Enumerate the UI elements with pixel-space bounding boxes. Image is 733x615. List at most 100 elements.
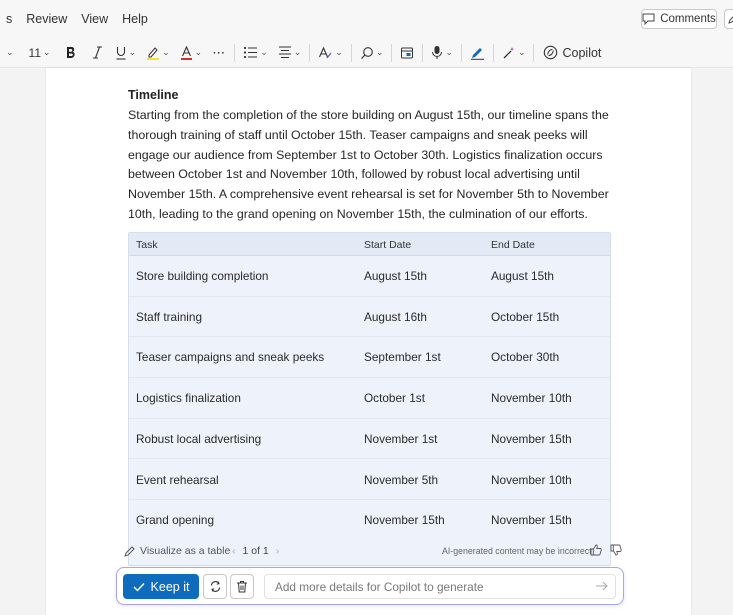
toolbar-divider — [533, 43, 535, 62]
cell-task: Store building completion — [136, 269, 269, 283]
cell-start: November 1st — [364, 431, 438, 446]
cell-task: Event rehearsal — [136, 472, 219, 487]
toolbar-divider — [492, 43, 494, 62]
toolbar-divider — [350, 43, 352, 62]
cell-start: August 15th — [364, 269, 427, 283]
alignment-button[interactable]: ⌄ — [273, 41, 307, 65]
table-row: Robust local advertising November 1st No… — [129, 419, 610, 460]
header-start-date: Start Date — [364, 239, 412, 251]
keep-it-label: Keep it — [150, 579, 190, 594]
comments-button[interactable]: Comments — [641, 9, 717, 29]
copilot-icon — [544, 45, 558, 60]
chevron-down-icon: ⌄ — [6, 47, 14, 57]
table-row: Event rehearsal November 5th November 10… — [129, 460, 610, 501]
bullets-button[interactable]: ⌄ — [238, 41, 273, 65]
section-heading: Timeline — [128, 88, 179, 102]
timeline-table: Task Start Date End Date Store building … — [128, 232, 611, 566]
chevron-down-icon: ⌄ — [194, 47, 203, 57]
cell-end: November 15th — [491, 513, 572, 528]
header-end-date: End Date — [491, 239, 535, 251]
styles-button[interactable]: ⌄ — [313, 41, 348, 65]
microphone-icon — [432, 46, 443, 59]
cell-end: November 10th — [491, 472, 572, 487]
styles-icon — [319, 46, 332, 58]
cell-start: November 15th — [364, 513, 445, 528]
chevron-down-icon: ⌄ — [293, 47, 302, 57]
magic-wand-icon — [503, 46, 514, 58]
more-options-button[interactable]: ⋯ — [207, 41, 231, 65]
chevron-down-icon: ⌄ — [43, 47, 51, 57]
cell-task: Robust local advertising — [136, 431, 262, 446]
body-paragraph: Starting from the completion of the stor… — [128, 108, 609, 221]
editor-button[interactable] — [465, 41, 490, 65]
copilot-result-footer: Visualize as a table ‹ 1 of 1 › AI-gener… — [124, 544, 624, 563]
thumbs-down-icon[interactable] — [610, 544, 622, 556]
cell-end: August 15th — [491, 269, 554, 283]
toolbar-divider — [391, 43, 393, 62]
font-name-dropdown[interactable]: ⌄ — [0, 41, 19, 65]
highlight-button[interactable]: ⌄ — [141, 41, 175, 65]
thumbs-up-icon[interactable] — [590, 544, 602, 556]
reuse-files-button[interactable] — [395, 41, 419, 65]
checkmark-icon — [133, 582, 145, 592]
font-size-dropdown[interactable]: 11 ⌄ — [19, 41, 56, 65]
cell-task: Logistics finalization — [136, 391, 241, 406]
underline-button[interactable]: ⌄ — [110, 41, 142, 65]
regenerate-button[interactable] — [203, 574, 227, 599]
cell-task: Teaser campaigns and sneak peeks — [136, 350, 325, 365]
next-icon[interactable]: › — [276, 545, 280, 557]
chevron-down-icon: ⌄ — [128, 47, 137, 57]
formatting-toolbar: ⌄ 11 ⌄ ⌄ ⌄ ⌄ ⋯ ⌄ ⌄ ⌄ ⌄ ⌄ ⌄ Copilot — [0, 38, 733, 68]
chevron-down-icon: ⌄ — [335, 47, 343, 57]
cell-task: Staff training — [136, 309, 203, 324]
cell-end: November 10th — [491, 391, 572, 406]
keep-it-button[interactable]: Keep it — [123, 574, 199, 599]
designer-button[interactable]: ⌄ — [497, 41, 531, 65]
copilot-button[interactable]: Copilot — [537, 45, 607, 60]
bullet-list-icon — [244, 46, 258, 59]
find-button[interactable]: ⌄ — [355, 41, 389, 65]
table-row: Store building completion August 15th Au… — [129, 256, 610, 297]
align-icon — [278, 46, 291, 58]
cell-task: Grand opening — [136, 513, 215, 528]
menu-item-view[interactable]: View — [74, 12, 115, 26]
italic-button[interactable] — [85, 41, 110, 65]
ai-disclaimer: AI-generated content may be incorrect — [442, 546, 592, 556]
font-size-value: 11 — [28, 45, 42, 60]
cell-start: November 5th — [364, 472, 439, 487]
discard-button[interactable] — [230, 574, 254, 599]
underline-icon — [116, 46, 126, 60]
menu-bar: s Review View Help — [0, 0, 733, 38]
menu-item-help[interactable]: Help — [115, 12, 155, 26]
send-arrow-icon[interactable] — [595, 580, 609, 592]
table-header: Task Start Date End Date — [129, 233, 610, 256]
table-row: Logistics finalization October 1st Novem… — [129, 378, 610, 419]
toolbar-divider — [309, 43, 311, 62]
editor-pen-icon — [470, 47, 484, 60]
previous-icon[interactable]: ‹ — [232, 545, 236, 557]
comment-icon — [642, 13, 655, 25]
menu-item-truncated[interactable]: s — [0, 12, 19, 26]
font-color-button[interactable]: ⌄ — [175, 41, 208, 65]
visualize-as-table-button[interactable]: Visualize as a table — [124, 545, 230, 557]
bold-icon — [66, 47, 75, 58]
toolbar-divider — [234, 43, 236, 62]
cell-start: October 1st — [364, 391, 425, 406]
copilot-prompt-input[interactable] — [264, 574, 616, 599]
document-page: Timeline Starting from the completion of… — [46, 68, 691, 615]
menu-item-review[interactable]: Review — [19, 12, 74, 26]
table-row: Staff training August 16th October 15th — [129, 297, 610, 338]
cell-end: November 15th — [491, 431, 572, 446]
copilot-label: Copilot — [562, 45, 602, 60]
more-icon: ⋯ — [212, 44, 227, 60]
feedback-buttons — [590, 544, 622, 556]
font-color-icon — [180, 45, 192, 60]
trash-icon — [237, 581, 247, 593]
highlighter-icon — [147, 46, 160, 60]
bold-button[interactable] — [56, 41, 85, 65]
editing-mode-button[interactable] — [724, 9, 733, 29]
cell-end: October 15th — [491, 309, 560, 324]
table-row: Grand opening November 15th November 15t… — [129, 500, 610, 541]
dictate-button[interactable]: ⌄ — [426, 41, 458, 65]
chevron-down-icon: ⌄ — [375, 47, 384, 57]
